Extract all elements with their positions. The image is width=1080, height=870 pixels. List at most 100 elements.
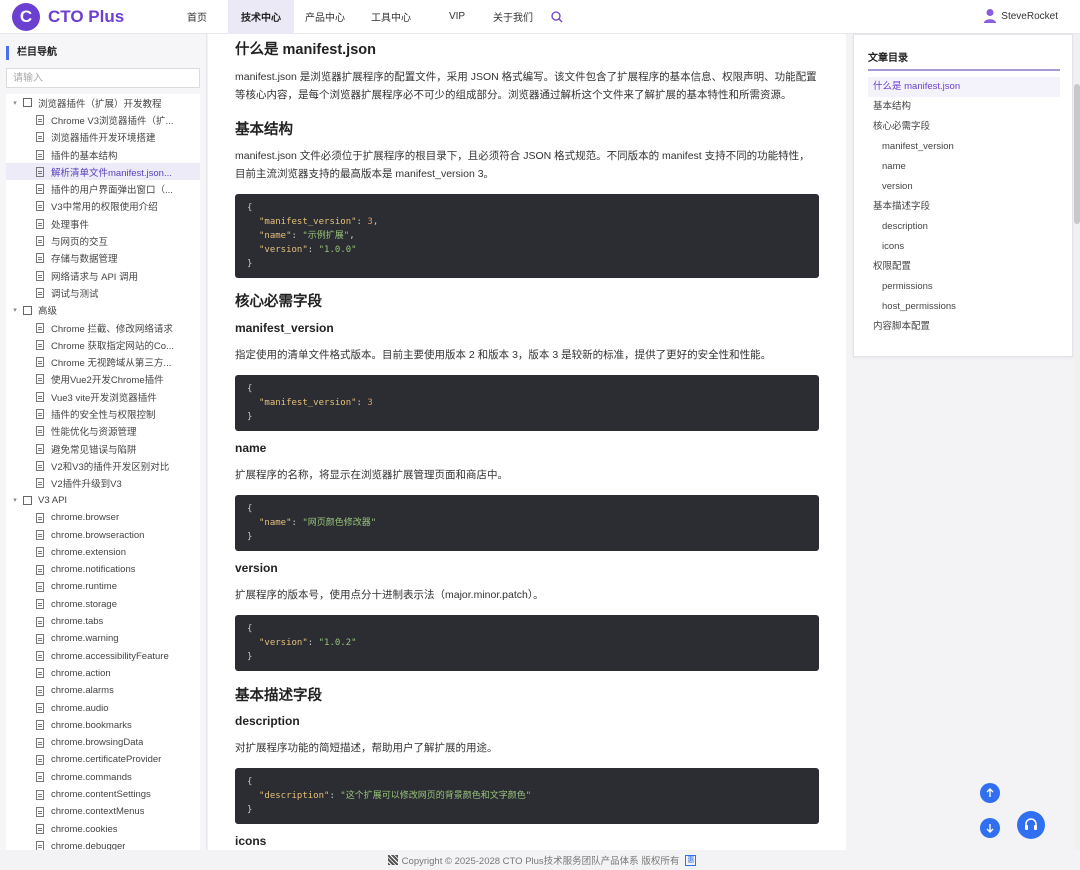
document-icon	[36, 391, 44, 402]
tree-item[interactable]: 性能优化与资源管理	[6, 423, 200, 440]
nav-vip[interactable]: VIP	[426, 0, 488, 34]
tree-item[interactable]: chrome.warning	[6, 630, 200, 647]
tree-item[interactable]: chrome.extension	[6, 544, 200, 561]
heading-description-fields: 基本描述字段	[235, 688, 322, 704]
customer-support-button[interactable]	[1017, 811, 1045, 839]
toc-item[interactable]: 权限配置	[868, 257, 1060, 277]
tree-item[interactable]: chrome.alarms	[6, 682, 200, 699]
toc-item[interactable]: name	[868, 157, 1060, 177]
tree-item[interactable]: 使用Vue2开发Chrome插件	[6, 371, 200, 388]
toc-item[interactable]: icons	[868, 237, 1060, 257]
tree-item[interactable]: 插件的基本结构	[6, 146, 200, 163]
document-icon	[36, 737, 44, 748]
document-icon	[36, 772, 44, 783]
toc-item[interactable]: manifest_version	[868, 137, 1060, 157]
tree-item[interactable]: Chrome 无视跨域从第三方...	[6, 353, 200, 370]
logo[interactable]: C CTO Plus	[12, 2, 162, 31]
tree-item[interactable]: chrome.browser	[6, 509, 200, 526]
chevron-down-icon[interactable]: ▾	[9, 496, 21, 504]
toc-title: 文章目录	[868, 53, 908, 64]
tree-item[interactable]: 插件的安全性与权限控制	[6, 405, 200, 422]
paragraph-manifest-version: 指定使用的清单文件格式版本。目前主要使用版本 2 和版本 3，版本 3 是较新的…	[235, 349, 772, 361]
document-icon	[36, 633, 44, 644]
toc-item[interactable]: 什么是 manifest.json	[868, 77, 1060, 97]
tree-item[interactable]: 插件的用户界面弹出窗口（...	[6, 180, 200, 197]
toc-item[interactable]: 基本结构	[868, 97, 1060, 117]
tree-item[interactable]: chrome.action	[6, 665, 200, 682]
folder-icon	[23, 305, 32, 315]
heading-basic-structure: 基本结构	[235, 122, 293, 138]
toc-item[interactable]: description	[868, 217, 1060, 237]
tree-item[interactable]: 浏览器插件开发环境搭建	[6, 129, 200, 146]
document-icon	[36, 651, 44, 662]
nav-about[interactable]: 关于我们	[488, 0, 538, 34]
heading-core-fields: 核心必需字段	[235, 294, 322, 310]
chevron-down-icon[interactable]: ▾	[9, 306, 21, 314]
scroll-top-button[interactable]	[980, 783, 1000, 803]
toc-item[interactable]: 核心必需字段	[868, 117, 1060, 137]
tree-folder[interactable]: ▾ V3 API	[6, 492, 200, 509]
sidebar-search-input[interactable]	[6, 68, 200, 88]
paragraph-basic-structure: manifest.json 文件必须位于扩展程序的根目录下，且必须符合 JSON…	[235, 150, 810, 180]
tree-item[interactable]: 调试与测试	[6, 284, 200, 301]
paragraph-what-is-manifest: manifest.json 是浏览器扩展程序的配置文件，采用 JSON 格式编写…	[235, 71, 817, 101]
user-menu[interactable]: SteveRocket	[983, 8, 1058, 24]
user-name: SteveRocket	[1001, 10, 1058, 22]
nav-tech-center[interactable]: 技术中心	[228, 0, 294, 34]
tree-item[interactable]: 解析清单文件manifest.json...	[6, 163, 200, 181]
tree-item[interactable]: Chrome 获取指定网站的Co...	[6, 336, 200, 353]
tree-folder[interactable]: ▾ 浏览器插件（扩展）开发教程	[6, 94, 200, 111]
toc-item[interactable]: 基本描述字段	[868, 197, 1060, 217]
tree-item[interactable]: 网络请求与 API 调用	[6, 267, 200, 284]
toc-item[interactable]: version	[868, 177, 1060, 197]
tree-item[interactable]: chrome.cookies	[6, 820, 200, 837]
tree-item[interactable]: chrome.certificateProvider	[6, 751, 200, 768]
document-icon	[36, 581, 44, 592]
tree-item[interactable]: 避免常见错误与陷阱	[6, 440, 200, 457]
tree-item[interactable]: V2插件升级到V3	[6, 475, 200, 492]
tree-item[interactable]: 与网页的交互	[6, 232, 200, 249]
tree-item[interactable]: 存储与数据管理	[6, 250, 200, 267]
icp-badge-icon[interactable]: 惠	[685, 854, 697, 866]
tree-item[interactable]: chrome.contextMenus	[6, 803, 200, 820]
tree-item-label: chrome.bookmarks	[51, 719, 132, 731]
nav-product-center[interactable]: 产品中心	[294, 0, 356, 34]
search-icon[interactable]	[550, 10, 564, 24]
tree-item[interactable]: chrome.tabs	[6, 613, 200, 630]
toc-item[interactable]: permissions	[868, 277, 1060, 297]
tree-item[interactable]: chrome.runtime	[6, 578, 200, 595]
chevron-down-icon[interactable]: ▾	[9, 99, 21, 107]
tree-item[interactable]: chrome.debugger	[6, 838, 200, 850]
tree-folder[interactable]: ▾ 高级	[6, 302, 200, 319]
tree-item[interactable]: V3中常用的权限使用介绍	[6, 198, 200, 215]
tree-item[interactable]: chrome.bookmarks	[6, 717, 200, 734]
nav-home[interactable]: 首页	[166, 0, 228, 34]
tree-item[interactable]: Chrome 拦截、修改网络请求	[6, 319, 200, 336]
tree-item[interactable]: chrome.accessibilityFeature	[6, 648, 200, 665]
tree-item[interactable]: V2和V3的插件开发区别对比	[6, 457, 200, 474]
nav-tools-center[interactable]: 工具中心	[356, 0, 426, 34]
tree-item[interactable]: chrome.browsingData	[6, 734, 200, 751]
scroll-bottom-button[interactable]	[980, 818, 1000, 838]
tree-item-label: Chrome V3浏览器插件（扩...	[51, 115, 174, 127]
tree-item[interactable]: Chrome V3浏览器插件（扩...	[6, 111, 200, 128]
tree-item[interactable]: chrome.storage	[6, 596, 200, 613]
tree-item[interactable]: Vue3 vite开发浏览器插件	[6, 388, 200, 405]
tree-item[interactable]: 处理事件	[6, 215, 200, 232]
table-of-contents: 文章目录 什么是 manifest.json 基本结构 核心必需字段 manifest…	[853, 34, 1073, 357]
page-scrollbar[interactable]	[1074, 34, 1080, 850]
toc-item[interactable]: 内容脚本配置	[868, 317, 1060, 337]
toc-item[interactable]: host_permissions	[868, 297, 1060, 317]
tree-item[interactable]: chrome.contentSettings	[6, 786, 200, 803]
code-block-basic: { "manifest_version": 3, "name": "示例扩展",…	[235, 194, 819, 278]
tree-item-label: 使用Vue2开发Chrome插件	[51, 375, 164, 387]
tree-item-label: chrome.alarms	[51, 685, 114, 697]
tree-item-label: chrome.cookies	[51, 823, 118, 835]
tree-item[interactable]: chrome.audio	[6, 699, 200, 716]
tree-item[interactable]: chrome.notifications	[6, 561, 200, 578]
scrollbar-thumb[interactable]	[1074, 84, 1080, 224]
tree-item[interactable]: chrome.browseraction	[6, 526, 200, 543]
tree-item[interactable]: chrome.commands	[6, 769, 200, 786]
document-icon	[36, 149, 44, 160]
tree-item-label: 浏览器插件（扩展）开发教程	[38, 98, 162, 110]
